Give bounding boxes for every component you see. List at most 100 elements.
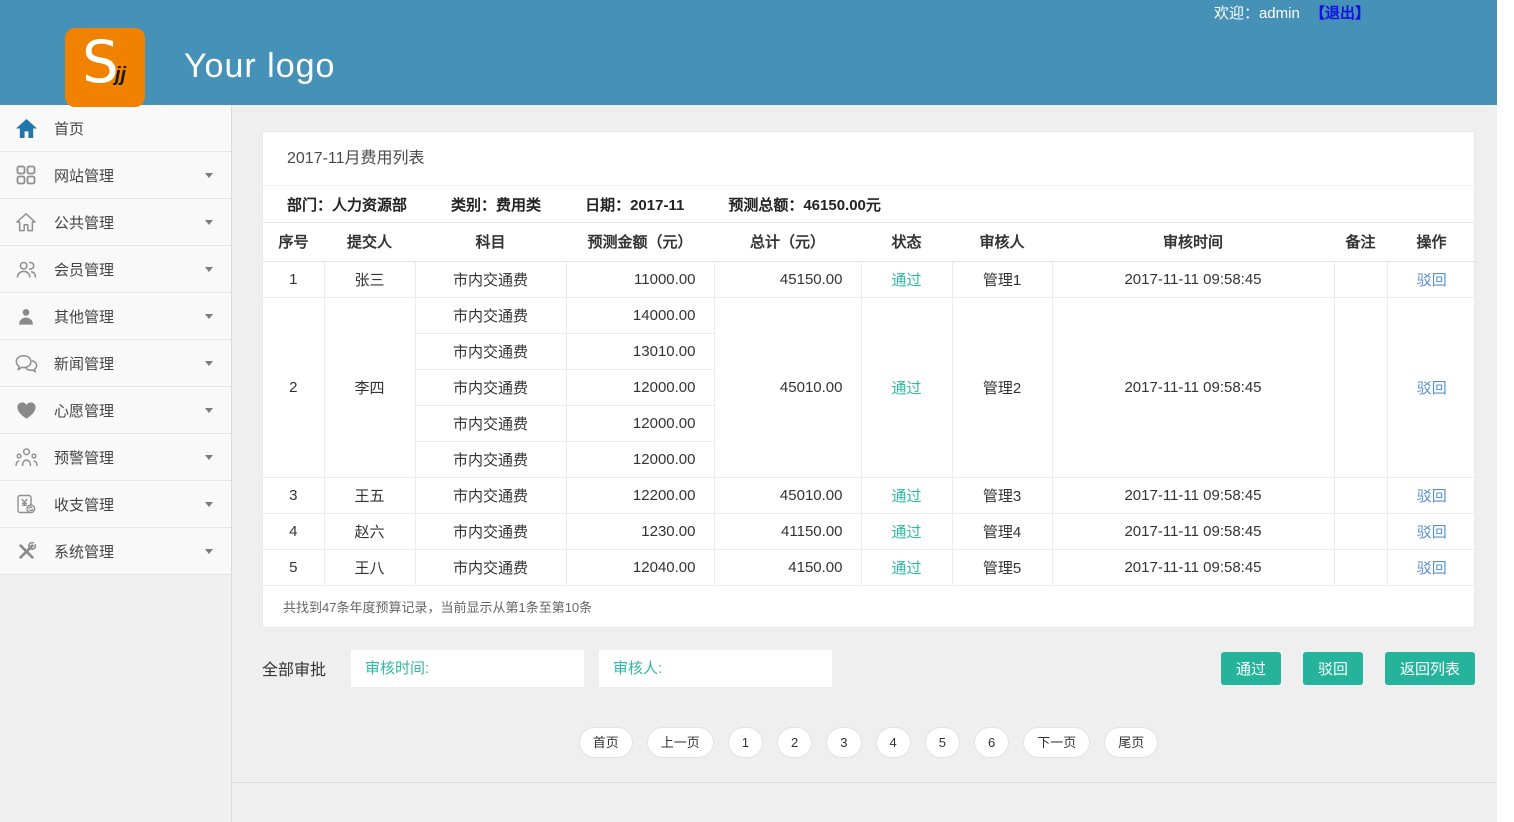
status-link[interactable]: 通过 <box>891 524 921 541</box>
filter-label: 类别： <box>451 197 496 214</box>
finance-icon <box>13 494 39 514</box>
cell-forecast-amount: 12000.00 <box>566 441 714 477</box>
sidebar: 首页网站管理公共管理会员管理其他管理新闻管理心愿管理预警管理收支管理系统管理 <box>0 105 232 822</box>
cell-subject: 市内交通费 <box>415 297 566 333</box>
approval-buttons: 通过 驳回 返回列表 <box>1221 652 1475 685</box>
cell-subject: 市内交通费 <box>415 549 566 585</box>
cell-subject: 市内交通费 <box>415 441 566 477</box>
chevron-down-icon <box>205 408 213 413</box>
status-link: 通过 <box>861 477 952 513</box>
chat-icon <box>13 354 39 373</box>
review-time-input[interactable] <box>351 650 584 687</box>
sidebar-item-home[interactable]: 首页 <box>0 105 231 152</box>
action-link[interactable]: 驳回 <box>1417 488 1447 505</box>
filter-item: 日期：2017-11 <box>585 194 684 215</box>
filter-label: 部门： <box>287 197 332 214</box>
users-icon <box>13 260 39 279</box>
reviewer-input[interactable] <box>599 650 832 687</box>
table-header-cell: 总计（元） <box>714 223 861 261</box>
welcome-label: 欢迎： <box>1214 5 1259 22</box>
sidebar-item-other-management[interactable]: 其他管理 <box>0 293 231 340</box>
action-link: 驳回 <box>1387 477 1476 513</box>
table-header-cell: 状态 <box>861 223 952 261</box>
action-link: 驳回 <box>1387 261 1476 297</box>
sidebar-item-public-management[interactable]: 公共管理 <box>0 199 231 246</box>
chevron-down-icon <box>205 314 213 319</box>
filter-bar: 部门：人力资源部类别：费用类日期：2017-11预测总额：46150.00元 <box>263 186 1474 223</box>
page-5[interactable]: 5 <box>925 727 960 758</box>
sidebar-item-warning-management[interactable]: 预警管理 <box>0 434 231 481</box>
sidebar-item-label: 会员管理 <box>54 259 114 280</box>
page-1[interactable]: 1 <box>728 727 763 758</box>
cell-forecast-amount: 1230.00 <box>566 513 714 549</box>
action-link[interactable]: 驳回 <box>1417 272 1447 289</box>
table-header-cell: 审核时间 <box>1052 223 1334 261</box>
approve-all-label: 全部审批 <box>262 656 326 680</box>
table-header-cell: 序号 <box>263 223 324 261</box>
action-link[interactable]: 驳回 <box>1417 380 1447 397</box>
table-header-cell: 审核人 <box>952 223 1052 261</box>
page-3[interactable]: 3 <box>826 727 861 758</box>
sidebar-item-site-management[interactable]: 网站管理 <box>0 152 231 199</box>
alert-group-icon <box>13 447 39 467</box>
page-4[interactable]: 4 <box>876 727 911 758</box>
chevron-down-icon <box>205 173 213 178</box>
sidebar-item-label: 系统管理 <box>54 541 114 562</box>
status-link[interactable]: 通过 <box>891 488 921 505</box>
cell-reviewer: 管理2 <box>952 297 1052 477</box>
tools-icon <box>13 541 39 562</box>
action-link[interactable]: 驳回 <box>1417 524 1447 541</box>
cell-total: 45150.00 <box>714 261 861 297</box>
page-next[interactable]: 下一页 <box>1023 727 1090 758</box>
cell-remark <box>1334 261 1387 297</box>
cell-reviewer: 管理5 <box>952 549 1052 585</box>
logo-letter-sub: jj <box>115 64 126 87</box>
action-link: 驳回 <box>1387 549 1476 585</box>
action-link: 驳回 <box>1387 513 1476 549</box>
cell-reviewer: 管理1 <box>952 261 1052 297</box>
logo-badge: S jj <box>65 28 145 107</box>
filter-value: 费用类 <box>496 197 541 214</box>
sidebar-item-label: 心愿管理 <box>54 400 114 421</box>
logout-link[interactable]: 【退出】 <box>1310 5 1370 22</box>
sidebar-item-system-management[interactable]: 系统管理 <box>0 528 231 575</box>
reject-button[interactable]: 驳回 <box>1303 652 1363 685</box>
page-last[interactable]: 尾页 <box>1104 727 1158 758</box>
cell-serial: 5 <box>263 549 324 585</box>
cell-forecast-amount: 12040.00 <box>566 549 714 585</box>
status-link[interactable]: 通过 <box>891 380 921 397</box>
sidebar-item-member-management[interactable]: 会员管理 <box>0 246 231 293</box>
chevron-down-icon <box>205 502 213 507</box>
cell-forecast-amount: 12200.00 <box>566 477 714 513</box>
table-header-cell: 预测金额（元） <box>566 223 714 261</box>
user-icon <box>13 307 39 326</box>
cell-review-time: 2017-11-11 09:58:45 <box>1052 549 1334 585</box>
pagination: 首页上一页 123456 下一页尾页 <box>262 727 1475 758</box>
table-row: 4赵六市内交通费1230.0041150.00通过管理42017-11-11 0… <box>263 513 1476 549</box>
grid-icon <box>13 165 39 185</box>
page-6[interactable]: 6 <box>974 727 1009 758</box>
cell-forecast-amount: 13010.00 <box>566 333 714 369</box>
page-first[interactable]: 首页 <box>579 727 633 758</box>
cell-review-time: 2017-11-11 09:58:45 <box>1052 513 1334 549</box>
username: admin <box>1259 5 1300 22</box>
sidebar-item-news-management[interactable]: 新闻管理 <box>0 340 231 387</box>
approve-button[interactable]: 通过 <box>1221 652 1281 685</box>
status-link[interactable]: 通过 <box>891 272 921 289</box>
cell-submitter: 王八 <box>324 549 415 585</box>
page-2[interactable]: 2 <box>777 727 812 758</box>
logo-text: Your logo <box>184 47 335 86</box>
page-prev[interactable]: 上一页 <box>647 727 714 758</box>
sidebar-item-label: 新闻管理 <box>54 353 114 374</box>
page: S jj Your logo 欢迎：admin 【退出】 首页网站管理公共管理会… <box>0 0 1497 822</box>
cell-remark <box>1334 477 1387 513</box>
cell-serial: 3 <box>263 477 324 513</box>
filter-value: 46150.00元 <box>803 197 881 214</box>
back-to-list-button[interactable]: 返回列表 <box>1385 652 1475 685</box>
sidebar-item-wish-management[interactable]: 心愿管理 <box>0 387 231 434</box>
heart-icon <box>13 401 39 420</box>
sidebar-item-finance-management[interactable]: 收支管理 <box>0 481 231 528</box>
status-link[interactable]: 通过 <box>891 560 921 577</box>
cell-forecast-amount: 12000.00 <box>566 369 714 405</box>
action-link[interactable]: 驳回 <box>1417 560 1447 577</box>
